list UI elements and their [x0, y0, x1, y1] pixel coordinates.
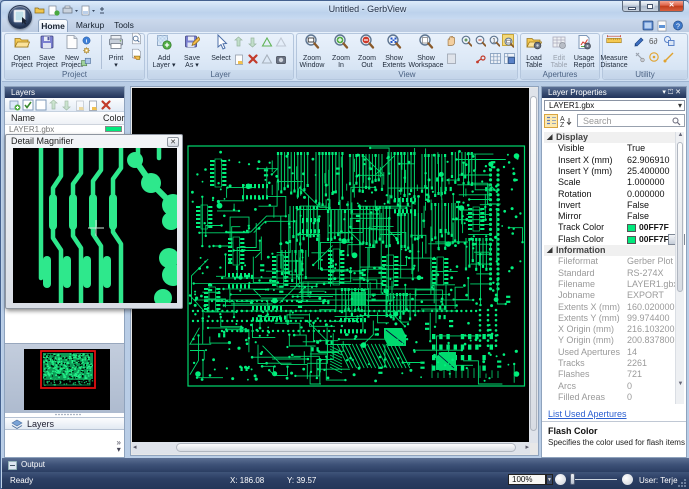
svg-text:Z: Z [560, 122, 565, 128]
svg-text:?: ? [676, 24, 680, 31]
svg-text:6∂: 6∂ [649, 37, 657, 46]
